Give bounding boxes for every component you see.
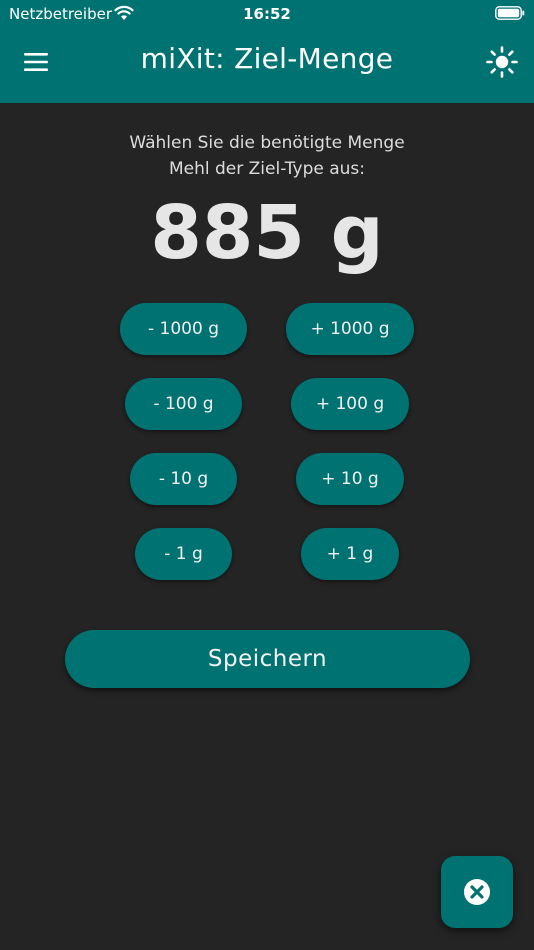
amount-prompt: Wählen Sie die benötigte Menge Mehl der … xyxy=(0,130,534,182)
close-circle-icon xyxy=(464,879,490,905)
minus-10-button[interactable]: - 10 g xyxy=(130,453,237,505)
app-header: Netzbetreiber 16:52 miXit: Ziel-Menge xyxy=(0,0,534,103)
minus-1000-button[interactable]: - 1000 g xyxy=(120,303,247,355)
minus-1-button[interactable]: - 1 g xyxy=(135,528,232,580)
app-screen: Netzbetreiber 16:52 miXit: Ziel-Menge Wä… xyxy=(0,0,534,950)
plus-10-button[interactable]: + 10 g xyxy=(296,453,404,505)
sun-icon[interactable] xyxy=(486,46,518,78)
plus-100-button[interactable]: + 100 g xyxy=(291,378,409,430)
prompt-line-1: Wählen Sie die benötigte Menge xyxy=(129,133,405,153)
plus-1-button[interactable]: + 1 g xyxy=(301,528,399,580)
close-button[interactable] xyxy=(441,856,513,928)
status-time: 16:52 xyxy=(243,5,291,23)
minus-100-button[interactable]: - 100 g xyxy=(125,378,242,430)
save-button[interactable]: Speichern xyxy=(65,630,470,688)
page-title: miXit: Ziel-Menge xyxy=(140,42,394,75)
amount-display: 885 g xyxy=(150,190,384,276)
plus-1000-button[interactable]: + 1000 g xyxy=(286,303,414,355)
status-bar: Netzbetreiber 16:52 xyxy=(0,0,534,28)
battery-icon xyxy=(495,6,525,20)
prompt-line-2: Mehl der Ziel-Type aus: xyxy=(168,159,366,179)
